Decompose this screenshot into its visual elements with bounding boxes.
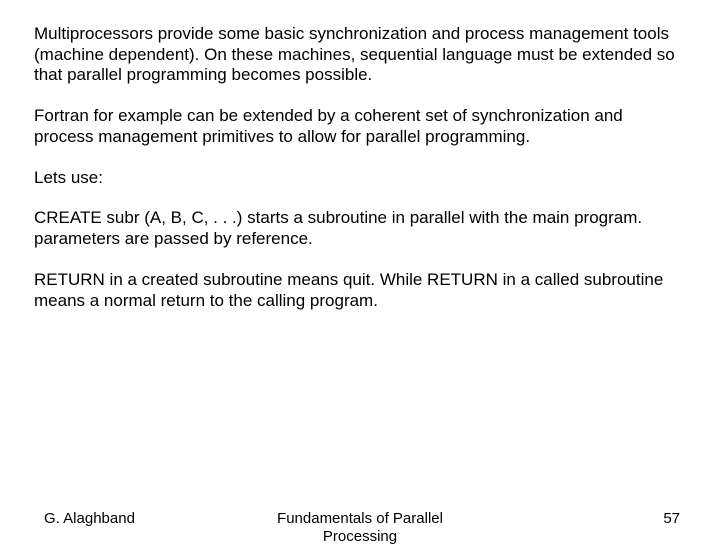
footer-title: Fundamentals of Parallel Processing bbox=[277, 510, 443, 546]
paragraph-return: RETURN in a created subroutine means qui… bbox=[34, 270, 686, 311]
slide-footer: G. Alaghband Fundamentals of Parallel Pr… bbox=[0, 510, 720, 528]
paragraph-lets-use: Lets use: bbox=[34, 168, 686, 189]
slide-content: Multiprocessors provide some basic synch… bbox=[0, 0, 720, 311]
footer-title-line1: Fundamentals of Parallel bbox=[277, 510, 443, 527]
footer-page-number: 57 bbox=[663, 510, 680, 528]
paragraph-fortran: Fortran for example can be extended by a… bbox=[34, 106, 686, 147]
footer-author: G. Alaghband bbox=[44, 510, 135, 528]
paragraph-create: CREATE subr (A, B, C, . . .) starts a su… bbox=[34, 208, 686, 249]
footer-title-line2: Processing bbox=[323, 528, 397, 545]
paragraph-intro: Multiprocessors provide some basic synch… bbox=[34, 24, 686, 86]
